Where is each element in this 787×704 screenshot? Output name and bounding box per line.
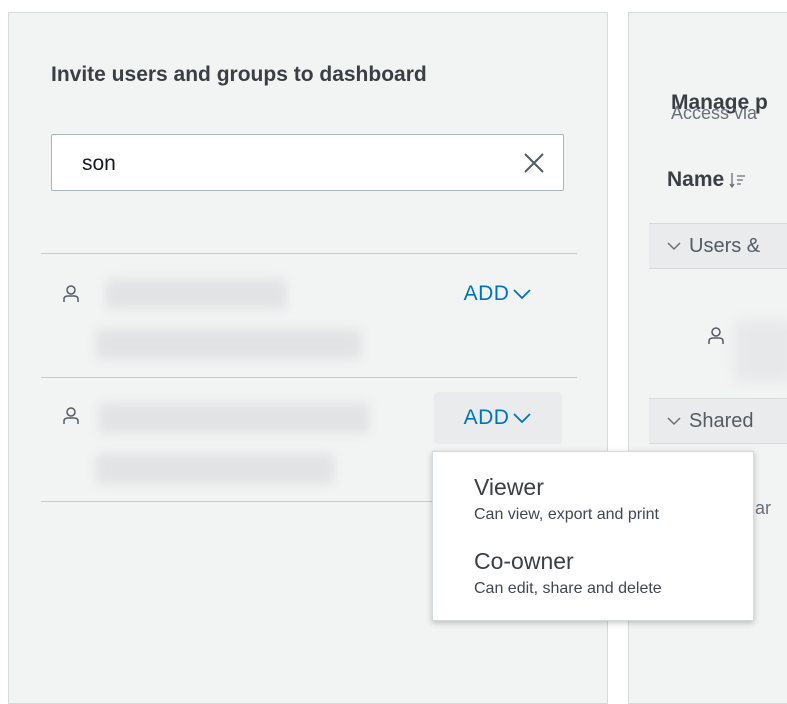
section-users-header[interactable]: Users & [649,223,787,269]
sort-icon [729,173,746,189]
role-dropdown-menu: Viewer Can view, export and print Co-own… [432,451,754,621]
add-button-label: ADD [463,282,510,305]
menu-item-title: Viewer [474,474,544,500]
add-button[interactable]: ADD [434,268,562,320]
section-shared-label: Shared [689,409,754,432]
chevron-down-icon [667,416,681,425]
blurred-user-name [99,403,369,433]
menu-item-description: Can edit, share and delete [474,580,662,597]
results-divider [41,253,577,254]
name-column-label: Name [667,168,725,191]
blurred-user-email [96,329,361,359]
blurred-user-name [106,279,286,309]
menu-item-description: Can view, export and print [474,506,659,523]
user-icon [63,285,79,302]
chevron-down-icon [667,241,681,250]
results-divider [41,377,577,378]
add-button-label: ADD [463,406,510,429]
menu-item-viewer[interactable]: Viewer Can view, export and print [474,474,659,524]
invite-panel-title: Invite users and groups to dashboard [51,63,427,86]
name-column-header[interactable]: Name [667,168,747,192]
chevron-down-icon [513,289,532,300]
list-item: ADD [41,257,577,380]
user-icon [708,327,724,344]
menu-item-co-owner[interactable]: Co-owner Can edit, share and delete [474,548,662,598]
chevron-down-icon [513,413,532,424]
search-input[interactable]: son [51,134,564,191]
menu-item-title: Co-owner [474,548,574,574]
section-shared-header[interactable]: Shared [649,398,787,444]
section-users-label: Users & [689,234,761,257]
search-input-value[interactable]: son [82,152,116,176]
user-icon [63,407,79,424]
blurred-user-email [96,454,334,484]
add-button[interactable]: ADD [434,392,562,444]
manage-panel-subtitle: Access via [671,103,758,123]
blurred-user-name [735,321,787,381]
close-icon[interactable] [523,152,545,174]
